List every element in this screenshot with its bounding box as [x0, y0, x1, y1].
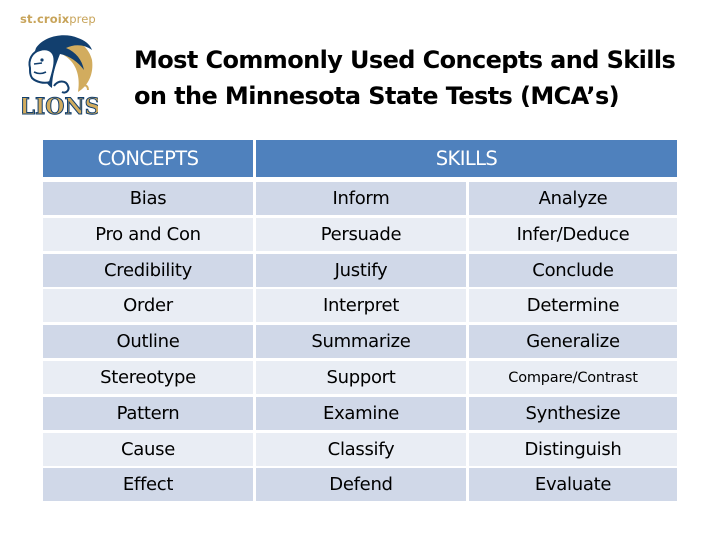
column-header-concepts: CONCEPTS: [43, 140, 253, 177]
skill-cell: Justify: [256, 253, 466, 287]
skill-cell: Analyze: [469, 182, 677, 215]
skill-cell: Generalize: [469, 325, 677, 359]
title-line-2: on the Minnesota State Tests (MCA’s): [134, 82, 620, 110]
brand-bold: st.croix: [20, 12, 70, 26]
concept-cell: Order: [43, 289, 253, 323]
lions-logo-icon: LIONS: [22, 35, 98, 120]
skill-cell: Defend: [256, 468, 466, 502]
skill-cell: Support: [256, 361, 466, 394]
skill-cell: Synthesize: [469, 396, 677, 430]
skill-cell: Evaluate: [469, 468, 677, 502]
concept-cell: Cause: [43, 432, 253, 466]
skill-cell: Infer/Deduce: [469, 217, 677, 251]
skill-cell: Examine: [256, 396, 466, 430]
skill-cell: Compare/Contrast: [469, 361, 677, 394]
title-line-1: Most Commonly Used Concepts and Skills: [134, 46, 676, 74]
skill-cell: Interpret: [256, 289, 466, 323]
skill-cell: Persuade: [256, 217, 466, 251]
concept-cell: Pro and Con: [43, 217, 253, 251]
skill-cell: Determine: [469, 289, 677, 323]
skill-cell: Summarize: [256, 325, 466, 359]
brand-light: prep: [69, 12, 96, 26]
concept-cell: Effect: [43, 468, 253, 502]
skill-cell: Inform: [256, 182, 466, 215]
page-title: Most Commonly Used Concepts and Skills o…: [134, 42, 676, 114]
concept-cell: Pattern: [43, 396, 253, 430]
school-brand-name: st.croixprep: [20, 12, 96, 26]
concept-cell: Outline: [43, 325, 253, 359]
logo-text: LIONS: [22, 94, 98, 120]
skill-cell: Classify: [256, 432, 466, 466]
concept-cell: Credibility: [43, 253, 253, 287]
skill-cell: Distinguish: [469, 432, 677, 466]
skill-cell: Conclude: [469, 253, 677, 287]
concept-cell: Bias: [43, 182, 253, 215]
column-header-skills: SKILLS: [256, 140, 677, 177]
concept-cell: Stereotype: [43, 361, 253, 394]
